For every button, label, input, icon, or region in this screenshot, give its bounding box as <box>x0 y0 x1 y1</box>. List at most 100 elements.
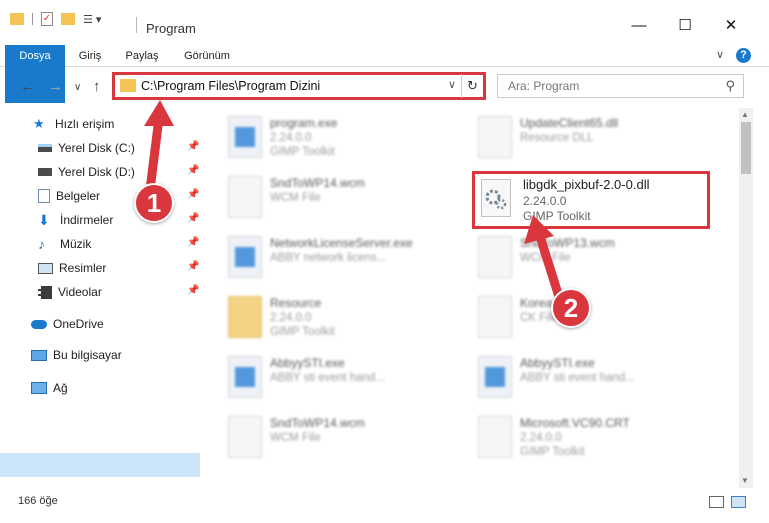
sidebar-item-disk-c[interactable]: Yerel Disk (C:) <box>38 137 135 159</box>
close-button[interactable]: ✕ <box>708 13 754 37</box>
file-name: AbbyySTI.exe <box>520 356 595 370</box>
list-item[interactable]: Resource 2.24.0.0 GIMP Toolkit <box>214 290 454 348</box>
app-file-icon <box>228 356 262 398</box>
sidebar-item-onedrive[interactable]: OneDrive <box>31 313 104 335</box>
tab-home[interactable]: Giriş <box>72 45 108 67</box>
file-name: program.exe <box>270 116 338 130</box>
customize-toolbar-icon[interactable]: ☰ ▾ <box>83 13 101 26</box>
file-version: 2.24.0.0 <box>520 432 562 444</box>
computer-icon <box>31 349 47 361</box>
details-view-icon[interactable] <box>709 496 724 508</box>
address-bar[interactable]: C:\Program Files\Program Dizini ∨ ↻ <box>112 72 486 100</box>
maximize-button[interactable]: ☐ <box>662 13 708 37</box>
download-icon: ⬇ <box>38 212 50 228</box>
properties-icon[interactable]: ✓ <box>41 12 53 26</box>
list-item[interactable]: AbbyySTI.exe ABBY sti event hand... <box>464 350 704 408</box>
address-dropdown-icon[interactable]: ∨ <box>448 78 456 91</box>
pin-icon[interactable]: 📌 <box>187 213 199 224</box>
window-title: Program <box>146 21 196 36</box>
refresh-button[interactable]: ↻ <box>461 74 483 98</box>
pin-icon[interactable]: 📌 <box>187 237 199 248</box>
tab-view[interactable]: Görünüm <box>176 45 238 67</box>
pictures-icon <box>38 262 53 274</box>
back-button[interactable]: ← <box>20 78 35 95</box>
drive-icon <box>38 168 52 176</box>
list-item[interactable]: SndToWP14.wcm WCM File <box>214 410 454 468</box>
dll-file-icon <box>478 116 512 158</box>
sidebar-item-label: Belgeler <box>56 189 101 203</box>
document-file-icon <box>478 296 512 338</box>
documents-icon <box>38 189 50 203</box>
dll-file-icon <box>481 179 511 217</box>
sidebar-item-downloads[interactable]: ⬇ İndirmeler <box>38 209 113 231</box>
sidebar-item-music[interactable]: ♪ Müzik <box>38 233 91 255</box>
list-item[interactable]: AbbyySTI.exe ABBY sti event hand... <box>214 350 454 408</box>
up-button[interactable]: ↑ <box>93 78 101 95</box>
file-name: Resource <box>270 296 322 310</box>
help-icon[interactable]: ? <box>736 48 751 63</box>
file-description: WCM File <box>520 252 571 264</box>
sidebar-item-videos[interactable]: Videolar <box>38 281 102 303</box>
gear-icon <box>485 189 507 210</box>
pin-icon[interactable]: 📌 <box>187 261 199 272</box>
file-name: UpdateClient65.dll <box>520 116 619 130</box>
sidebar-item-quick-access[interactable]: ★ Hızlı erişim <box>33 113 114 135</box>
file-description: GIMP Toolkit <box>523 209 591 223</box>
pin-icon[interactable]: 📌 <box>187 141 199 152</box>
sidebar-item-this-pc[interactable]: Bu bilgisayar <box>31 344 122 366</box>
pin-icon[interactable]: 📌 <box>187 285 199 296</box>
app-file-icon <box>228 236 262 278</box>
music-icon: ♪ <box>38 236 45 252</box>
document-file-icon <box>478 236 512 278</box>
list-item[interactable]: program.exe 2.24.0.0 GIMP Toolkit <box>214 110 454 168</box>
sidebar-item-disk-d[interactable]: Yerel Disk (D:) <box>38 161 135 183</box>
pin-icon[interactable]: 📌 <box>187 165 199 176</box>
list-item[interactable]: NetworkLicenseServer.exe ABBY network li… <box>214 230 454 288</box>
file-description: ABBY sti event hand... <box>520 372 635 384</box>
list-item[interactable]: SndToWP13.wcm WCM File <box>464 230 704 288</box>
recent-locations-button[interactable]: ∨ <box>74 82 81 93</box>
highlighted-file-item[interactable]: libgdk_pixbuf-2.0-0.dll 2.24.0.0 GIMP To… <box>472 171 710 229</box>
tab-share[interactable]: Paylaş <box>120 45 164 67</box>
sidebar-item-label: İndirmeler <box>60 213 114 227</box>
forward-button[interactable]: → <box>48 78 63 95</box>
file-version: 2.24.0.0 <box>523 194 567 208</box>
file-description: ABBY network licens... <box>270 252 387 264</box>
callout-badge-2: 2 <box>551 288 591 328</box>
search-box[interactable]: Ara: Program ⚲ <box>497 74 744 98</box>
list-item[interactable]: Microsoft.VC90.CRT 2.24.0.0 GIMP Toolkit <box>464 410 704 468</box>
minimize-button[interactable]: — <box>616 13 662 37</box>
sidebar-item-network[interactable]: Ağ <box>31 377 68 399</box>
cloud-icon <box>31 319 47 329</box>
large-icons-view-icon[interactable] <box>731 496 746 508</box>
title-bar: ✓ ☰ ▾ Program — ☐ ✕ <box>0 0 769 40</box>
sidebar-item-label: Resimler <box>59 261 107 275</box>
callout-badge-1: 1 <box>134 183 174 223</box>
app-file-icon <box>478 356 512 398</box>
sidebar-item-pictures[interactable]: Resimler <box>38 257 106 279</box>
scroll-down-icon[interactable]: ▼ <box>741 476 749 485</box>
address-path[interactable]: C:\Program Files\Program Dizini <box>141 79 320 93</box>
file-description: GIMP Toolkit <box>270 146 335 158</box>
pin-icon[interactable]: 📌 <box>187 189 199 200</box>
search-icon[interactable]: ⚲ <box>725 78 735 94</box>
file-description: Resource DLL <box>520 132 594 144</box>
document-file-icon <box>228 416 262 458</box>
scroll-up-icon[interactable]: ▲ <box>741 110 749 119</box>
folder-icon <box>10 13 24 25</box>
file-name: libgdk_pixbuf-2.0-0.dll <box>523 177 650 192</box>
sidebar-item-label: Bu bilgisayar <box>53 348 122 362</box>
vertical-scrollbar[interactable]: ▲ ▼ <box>739 108 753 488</box>
file-description: WCM File <box>270 432 321 444</box>
folder-icon <box>120 79 136 92</box>
quick-access-toolbar: ✓ ☰ ▾ <box>10 12 101 26</box>
list-item[interactable]: UpdateClient65.dll Resource DLL <box>464 110 704 168</box>
new-folder-icon[interactable] <box>61 13 75 25</box>
selected-row-background <box>0 453 200 477</box>
status-bar: 166 öğe <box>0 492 769 512</box>
list-item[interactable]: SndToWP14.wcm WCM File <box>214 170 454 228</box>
sidebar-item-documents[interactable]: Belgeler <box>38 185 100 207</box>
ribbon-expand-icon[interactable]: ∨ <box>716 48 724 61</box>
scrollbar-thumb[interactable] <box>741 122 751 174</box>
network-icon <box>31 382 47 394</box>
